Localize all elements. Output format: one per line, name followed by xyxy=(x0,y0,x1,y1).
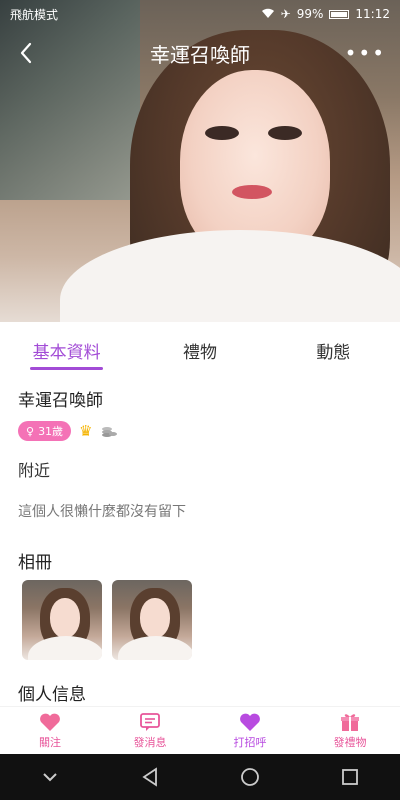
location: 附近 xyxy=(18,461,51,480)
female-icon: ♀ xyxy=(26,424,35,438)
heart-icon xyxy=(39,712,61,732)
system-nav-bar xyxy=(0,754,400,800)
battery-percent: 99% xyxy=(296,7,324,21)
profile-name: 幸運召喚師 xyxy=(18,391,103,411)
message-icon xyxy=(139,712,161,732)
coins-icon xyxy=(101,424,117,438)
crown-icon: ♛ xyxy=(79,422,93,440)
clock: 11:12 xyxy=(355,7,390,21)
album-photo[interactable] xyxy=(22,580,102,660)
say-hi-button[interactable]: 打招呼 xyxy=(200,707,300,754)
send-message-button[interactable]: 發消息 xyxy=(100,707,200,754)
send-message-label: 發消息 xyxy=(133,735,167,749)
home-icon[interactable] xyxy=(238,765,262,789)
album-title: 相冊 xyxy=(18,553,52,573)
tab-moments[interactable]: 動態 xyxy=(267,326,400,374)
heart-icon xyxy=(239,712,261,732)
say-hi-label: 打招呼 xyxy=(233,735,267,749)
battery-icon xyxy=(329,9,350,19)
basic-info-section: 幸運召喚師 ♀ 31歲 ♛ 附近 這個人很懶什麼都沒有留下 xyxy=(18,386,382,521)
personal-info-title: 個人信息 xyxy=(18,685,86,705)
tab-gifts[interactable]: 禮物 xyxy=(133,326,266,374)
back-icon[interactable] xyxy=(14,40,40,66)
album-photo[interactable] xyxy=(112,580,192,660)
signature: 這個人很懶什麼都沒有留下 xyxy=(18,504,186,520)
recents-icon[interactable] xyxy=(338,765,362,789)
send-gift-label: 發禮物 xyxy=(333,735,367,749)
action-bar: 關注 發消息 打招呼 發禮物 xyxy=(0,706,400,754)
follow-button[interactable]: 關注 xyxy=(0,707,100,754)
age-badge: ♀ 31歲 xyxy=(18,421,72,441)
page-title: 幸運召喚師 xyxy=(150,42,250,67)
back-nav-icon[interactable] xyxy=(138,765,162,789)
send-gift-button[interactable]: 發禮物 xyxy=(300,707,400,754)
airplane-mode-label: 飛航模式 xyxy=(10,7,59,22)
status-bar: 飛航模式 ✈ 99% 11:12 xyxy=(0,0,400,28)
tab-basic-info[interactable]: 基本資料 xyxy=(0,326,133,374)
more-icon[interactable]: ••• xyxy=(345,43,386,63)
airplane-icon: ✈ xyxy=(280,7,291,21)
gift-icon xyxy=(339,712,361,732)
follow-label: 關注 xyxy=(39,735,61,749)
album-photos xyxy=(22,580,192,660)
badges-row: ♀ 31歲 ♛ xyxy=(18,421,382,441)
chevron-down-icon[interactable] xyxy=(38,765,62,789)
age-label: 31歲 xyxy=(38,425,64,438)
top-bar: 幸運召喚師 ••• xyxy=(0,30,400,76)
wifi-icon xyxy=(261,7,275,22)
profile-tabs: 基本資料 禮物 動態 xyxy=(0,326,400,374)
